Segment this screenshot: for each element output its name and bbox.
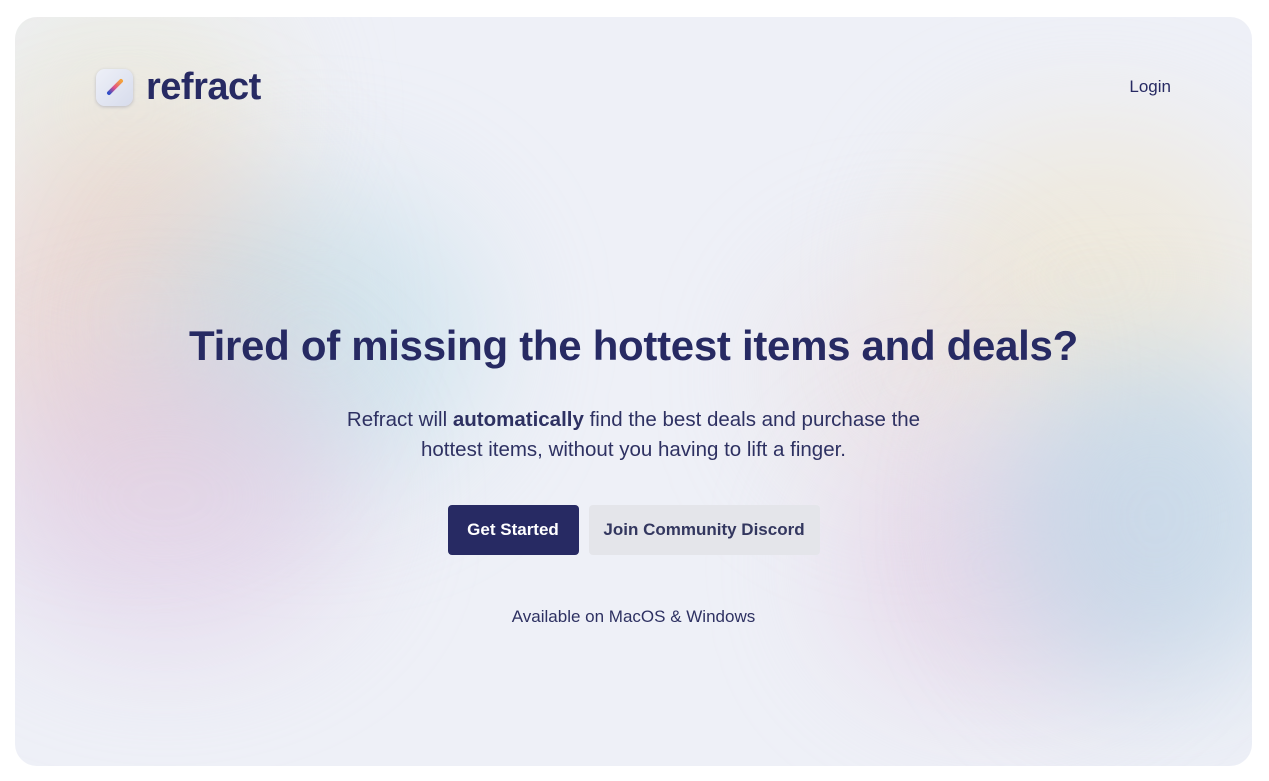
brand-name: refract	[146, 66, 261, 108]
hero-headline: Tired of missing the hottest items and d…	[189, 322, 1078, 369]
hero-subtitle-emphasis: automatically	[452, 408, 584, 431]
hero-subtitle-text: Refract will	[346, 408, 453, 431]
brand-logo[interactable]: refract	[96, 67, 261, 107]
join-discord-button[interactable]: Join Community Discord	[588, 505, 820, 555]
cta-group: Get Started Join Community Discord	[15, 505, 1252, 555]
hero-section: Tired of missing the hottest items and d…	[15, 320, 1252, 627]
site-header: refract Login	[96, 67, 1171, 107]
get-started-button[interactable]: Get Started	[447, 505, 579, 555]
pen-stroke-icon	[96, 68, 133, 106]
background-glow	[15, 17, 275, 237]
landing-card: refract Login Tired of missing the hotte…	[15, 17, 1252, 766]
hero-subtitle: Refract will automatically find the best…	[324, 405, 944, 465]
platform-availability: Available on MacOS & Windows	[511, 607, 756, 626]
login-link[interactable]: Login	[1129, 77, 1171, 97]
